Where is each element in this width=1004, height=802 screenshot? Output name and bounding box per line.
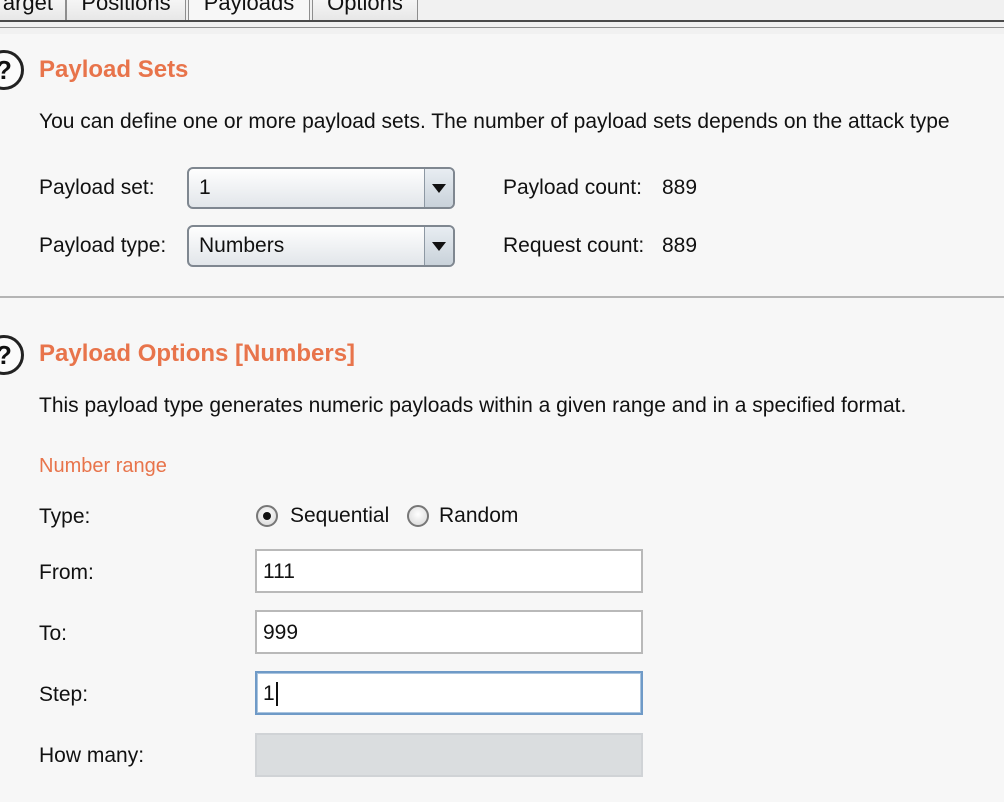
chevron-down-icon [424,227,453,265]
step-input-value: 1 [263,682,275,705]
intruder-payloads-panel: Target Positions Payloads Options ? Payl… [0,0,1004,802]
request-count-value: 889 [662,234,698,257]
how-many-input [255,733,643,777]
payload-options-description: This payload type generates numeric payl… [39,394,907,417]
how-many-label: How many: [39,744,145,767]
type-label: Type: [39,505,91,528]
payload-count-label: Payload count: [503,176,642,199]
payload-type-selected-value: Numbers [199,234,285,257]
to-label: To: [39,622,68,645]
tab-divider-secondary [0,27,1004,28]
to-input-value: 999 [263,621,299,644]
section-title-payload-options: Payload Options [Numbers] [39,340,356,367]
payload-sets-description: You can define one or more payload sets.… [39,110,950,133]
from-input[interactable]: 111 [255,549,643,593]
request-count-label: Request count: [503,234,645,257]
section-divider [0,296,1004,298]
help-icon[interactable]: ? [0,335,24,375]
from-label: From: [39,561,94,584]
payload-set-label: Payload set: [39,176,155,199]
payload-type-label: Payload type: [39,234,167,257]
payload-count-value: 889 [662,176,698,199]
sequential-radio-label[interactable]: Sequential [290,504,389,528]
random-radio[interactable] [407,505,429,527]
text-caret [275,682,278,707]
random-radio-label[interactable]: Random [439,504,518,528]
section-title-payload-sets: Payload Sets [39,56,189,83]
payload-type-dropdown[interactable]: Numbers [187,225,455,267]
help-icon[interactable]: ? [0,50,24,90]
from-input-value: 111 [263,560,295,583]
tab-target[interactable]: Target [0,0,66,20]
number-range-heading: Number range [39,455,167,477]
step-label: Step: [39,683,89,706]
to-input[interactable]: 999 [255,610,643,654]
step-input[interactable]: 1 [255,671,643,715]
tab-divider [0,20,1004,22]
tab-payloads[interactable]: Payloads [188,0,310,22]
tab-options[interactable]: Options [312,0,418,20]
sequential-radio[interactable] [256,505,278,527]
tab-bar: Target Positions Payloads Options [0,0,1004,34]
tab-positions[interactable]: Positions [66,0,186,20]
payload-set-dropdown[interactable]: 1 [187,167,455,209]
chevron-down-icon [424,169,453,207]
payload-set-selected-value: 1 [199,176,211,199]
